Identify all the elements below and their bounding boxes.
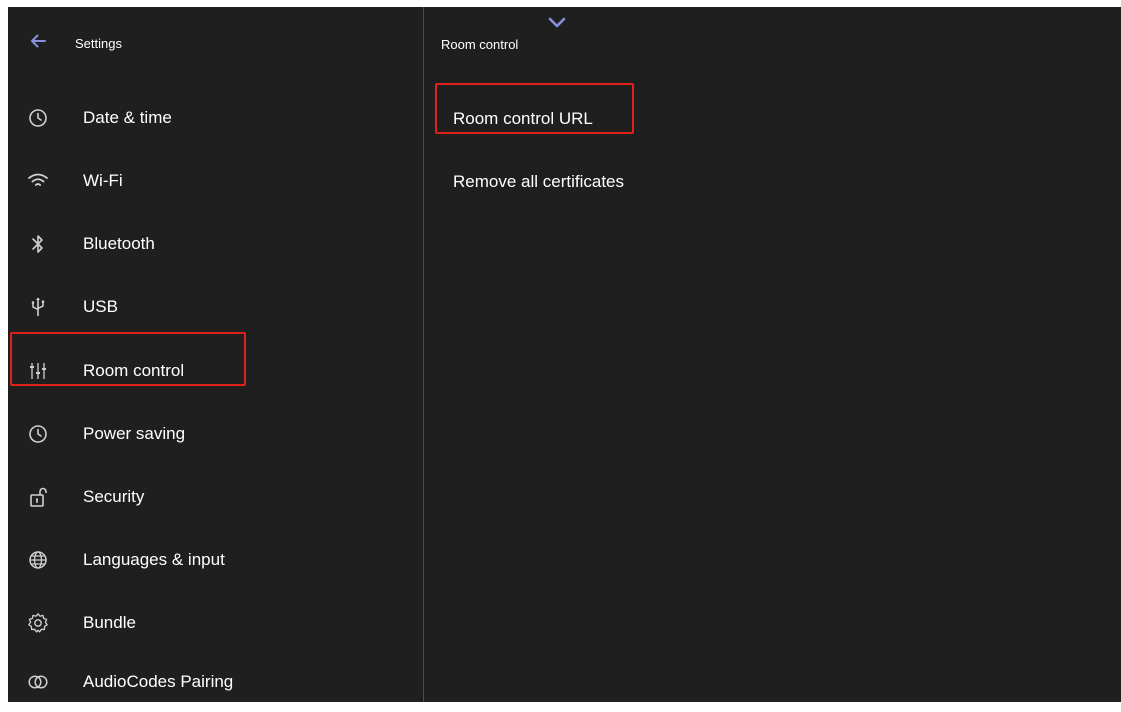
sidebar-item-security[interactable]: Security	[8, 467, 423, 527]
sidebar-item-usb[interactable]: USB	[8, 277, 423, 337]
remove-certificates-item[interactable]: Remove all certificates	[424, 152, 1121, 210]
sidebar-item-label: Date & time	[83, 108, 172, 127]
unlock-icon	[26, 485, 50, 509]
main-panel: Room control Room control URL Remove all…	[424, 7, 1121, 702]
wifi-icon	[26, 169, 50, 193]
sliders-icon	[26, 359, 50, 383]
sidebar-item-power-saving[interactable]: Power saving	[8, 404, 423, 464]
sidebar-item-label: USB	[83, 297, 118, 316]
remove-certificates-label: Remove all certificates	[453, 172, 625, 191]
sidebar-item-label: Languages & input	[83, 550, 225, 569]
sidebar-item-date-time[interactable]: Date & time	[8, 88, 423, 148]
usb-icon	[26, 295, 50, 319]
room-control-url-label: Room control URL	[453, 109, 593, 128]
globe-icon	[26, 548, 50, 572]
sidebar-item-bundle[interactable]: Bundle	[8, 593, 423, 653]
sidebar-item-bluetooth[interactable]: Bluetooth	[8, 214, 423, 274]
sidebar-item-label: AudioCodes Pairing	[83, 672, 234, 691]
sidebar-item-label: Room control	[83, 361, 185, 380]
back-arrow-icon[interactable]	[28, 31, 48, 51]
sidebar-item-label: Bundle	[83, 613, 136, 632]
clock-icon	[26, 422, 50, 446]
pairing-icon	[26, 670, 50, 694]
sidebar-item-label: Security	[83, 487, 145, 506]
sidebar-item-wifi[interactable]: Wi-Fi	[8, 151, 423, 211]
sidebar-title: Settings	[75, 36, 122, 51]
sidebar-item-label: Power saving	[83, 424, 186, 443]
sidebar: Settings Date & time Wi-Fi Bluetooth USB…	[8, 7, 424, 702]
room-control-url-item[interactable]: Room control URL	[424, 89, 1121, 147]
chevron-down-icon[interactable]	[547, 16, 567, 30]
sidebar-item-languages[interactable]: Languages & input	[8, 530, 423, 590]
bluetooth-icon	[26, 232, 50, 256]
gear-icon	[26, 611, 50, 635]
sidebar-item-label: Bluetooth	[83, 234, 155, 253]
sidebar-item-room-control[interactable]: Room control	[8, 341, 423, 401]
settings-screen: Settings Date & time Wi-Fi Bluetooth USB…	[8, 7, 1121, 702]
sidebar-item-label: Wi-Fi	[83, 171, 123, 190]
page-title: Room control	[441, 37, 519, 52]
sidebar-header: Settings	[8, 7, 423, 73]
sidebar-item-audiocodes-pairing[interactable]: AudioCodes Pairing	[8, 652, 423, 712]
clock-icon	[26, 106, 50, 130]
